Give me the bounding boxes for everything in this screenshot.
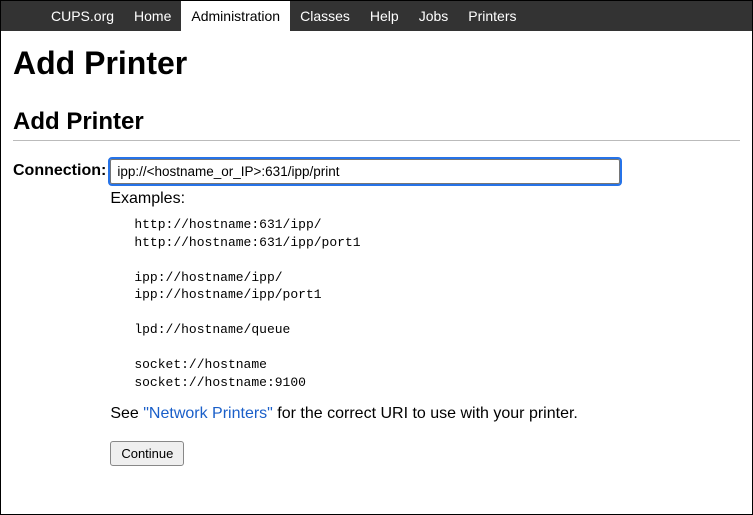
page-content: Add Printer Add Printer Connection: Exam… [1, 31, 752, 474]
see-prefix: See [110, 405, 143, 422]
examples-block: http://hostname:631/ipp/ http://hostname… [134, 216, 640, 391]
connection-right-col: Examples: http://hostname:631/ipp/ http:… [110, 159, 740, 466]
page-title: Add Printer [13, 45, 740, 82]
nav-home[interactable]: Home [124, 1, 181, 31]
connection-input[interactable] [110, 159, 620, 184]
connection-label: Connection: [13, 159, 110, 180]
section-title: Add Printer [13, 108, 740, 136]
nav-jobs[interactable]: Jobs [409, 1, 459, 31]
connection-row: Connection: Examples: http://hostname:63… [13, 159, 740, 466]
divider [13, 140, 740, 141]
nav-cups-org[interactable]: CUPS.org [41, 1, 124, 31]
see-suffix: for the correct URI to use with your pri… [273, 405, 578, 422]
nav-administration[interactable]: Administration [181, 1, 290, 31]
see-line: See "Network Printers" for the correct U… [110, 405, 640, 423]
nav-help[interactable]: Help [360, 1, 409, 31]
navbar: CUPS.org Home Administration Classes Hel… [1, 1, 752, 31]
examples-label: Examples: [110, 190, 640, 208]
continue-button[interactable]: Continue [110, 441, 184, 466]
nav-printers[interactable]: Printers [458, 1, 526, 31]
nav-classes[interactable]: Classes [290, 1, 360, 31]
network-printers-link[interactable]: "Network Printers" [143, 405, 273, 422]
